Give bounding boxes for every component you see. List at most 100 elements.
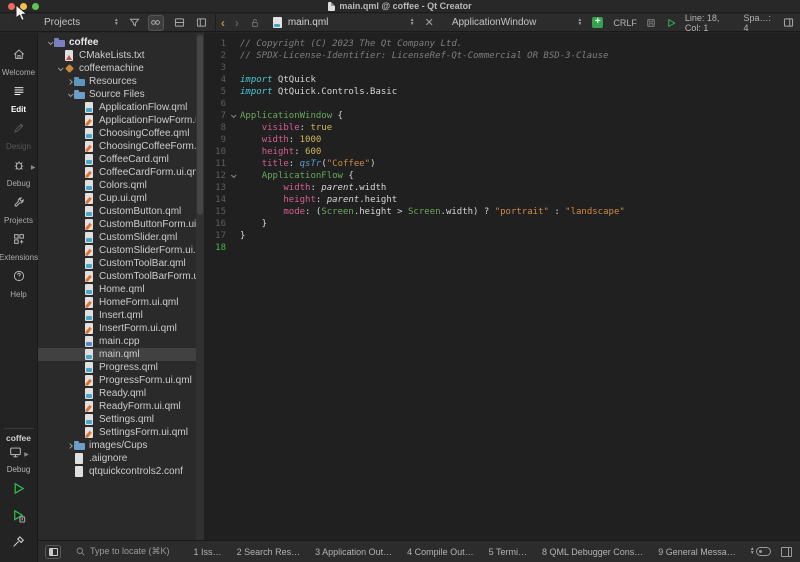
tree-row[interactable]: CustomToolBarForm.ui.qml [38, 270, 196, 283]
vcs-add-indicator-icon[interactable]: + [592, 17, 603, 28]
code-line[interactable]: 17} [204, 230, 800, 242]
mode-item-welcome[interactable]: Welcome [0, 43, 38, 80]
zoom-window-button[interactable] [32, 3, 39, 10]
tree-scrollbar[interactable] [196, 33, 204, 540]
mode-item-projects[interactable]: Projects [0, 191, 38, 228]
tree-row[interactable]: Home.qml [38, 283, 196, 296]
tree-row[interactable]: ApplicationFlow.qml [38, 101, 196, 114]
output-tab[interactable]: 5 Termi… [489, 547, 527, 557]
tree-row[interactable]: coffeemachine [38, 62, 196, 75]
code-line[interactable]: 11 title: qsTr("Coffee") [204, 158, 800, 170]
debug-run-button[interactable] [11, 508, 26, 528]
code-line[interactable]: 15 mode: (Screen.height > Screen.width) … [204, 206, 800, 218]
mode-item-help[interactable]: Help [0, 265, 38, 302]
tree-row[interactable]: Settings.qml [38, 413, 196, 426]
line-ending-selector[interactable]: CRLF [613, 18, 637, 28]
sync-with-editor-icon[interactable] [148, 15, 164, 31]
tree-row[interactable]: .aiignore [38, 452, 196, 465]
code-line[interactable]: 13 width: parent.width [204, 182, 800, 194]
code-line[interactable]: 8 visible: true [204, 122, 800, 134]
go-forward-icon[interactable]: › [235, 16, 239, 30]
tree-row[interactable]: CMakeLists.txt [38, 49, 196, 62]
tree-row[interactable]: Resources [38, 75, 196, 88]
chevron-down-icon[interactable] [47, 39, 53, 45]
indent-settings-label[interactable]: Spa…: 4 [744, 13, 774, 33]
minimize-window-button[interactable] [20, 3, 27, 10]
tree-row[interactable]: InsertForm.ui.qml [38, 322, 196, 335]
tree-row[interactable]: Source Files [38, 88, 196, 101]
tree-row[interactable]: Colors.qml [38, 179, 196, 192]
cursor-position-label[interactable]: Line: 18, Col: 1 [685, 13, 738, 33]
chevron-right-icon[interactable] [67, 79, 73, 85]
toggle-left-sidebar-button[interactable] [45, 545, 61, 559]
close-window-button[interactable] [8, 3, 15, 10]
code-line[interactable]: 1// Copyright (C) 2023 The Qt Company Lt… [204, 38, 800, 50]
tree-row[interactable]: CustomSliderForm.ui.qml [38, 244, 196, 257]
code-line[interactable]: 6 [204, 98, 800, 110]
toggle-right-sidebar-button[interactable] [781, 547, 792, 557]
tree-row[interactable]: main.qml [38, 348, 196, 361]
tree-row[interactable]: ReadyForm.ui.qml [38, 400, 196, 413]
tree-row[interactable]: coffee [38, 36, 196, 49]
editor-split-menu-icon[interactable] [780, 15, 796, 31]
tree-row[interactable]: CustomButtonForm.ui.qml [38, 218, 196, 231]
code-line[interactable]: 18 [204, 242, 800, 254]
document-dropdown-icon[interactable]: ▲▼ [410, 19, 415, 26]
tree-row[interactable]: ChoosingCoffee.qml [38, 127, 196, 140]
code-line[interactable]: 5import QtQuick.Controls.Basic [204, 86, 800, 98]
chevron-down-icon[interactable] [67, 91, 73, 97]
code-line[interactable]: 7ApplicationWindow { [204, 110, 800, 122]
preview-run-icon[interactable] [663, 15, 679, 31]
pane-selector-dropdown[interactable]: Projects ▲▼ [44, 17, 119, 28]
mode-item-edit[interactable]: Edit [0, 80, 38, 117]
tree-row[interactable]: CustomButton.qml [38, 205, 196, 218]
tree-row[interactable]: CustomSlider.qml [38, 231, 196, 244]
build-button[interactable] [11, 534, 26, 554]
output-tab[interactable]: 4 Compile Out… [407, 547, 474, 557]
split-pane-icon[interactable] [172, 15, 188, 31]
progress-indicator-icon[interactable] [756, 547, 771, 556]
fold-marker-icon[interactable] [231, 112, 237, 118]
code-line[interactable]: 3 [204, 62, 800, 74]
tree-row[interactable]: HomeForm.ui.qml [38, 296, 196, 309]
tree-row[interactable]: Ready.qml [38, 387, 196, 400]
open-document-label[interactable]: main.qml [288, 17, 410, 28]
close-document-icon[interactable]: ✕ [423, 16, 436, 29]
tree-row[interactable]: CoffeeCardForm.ui.qml [38, 166, 196, 179]
tree-row[interactable]: SettingsForm.ui.qml [38, 426, 196, 439]
locator-field[interactable]: Type to locate (⌘K) [75, 546, 170, 557]
save-icon[interactable] [643, 15, 659, 31]
output-pane-arrows-icon[interactable]: ▲▼ [750, 548, 755, 555]
tree-row[interactable]: qtquickcontrols2.conf [38, 465, 196, 478]
output-tab[interactable]: 1 Iss… [194, 547, 222, 557]
output-tab[interactable]: 8 QML Debugger Cons… [542, 547, 643, 557]
fold-marker-icon[interactable] [231, 172, 237, 178]
tree-row[interactable]: Cup.ui.qml [38, 192, 196, 205]
code-editor[interactable]: 1// Copyright (C) 2023 The Qt Company Lt… [204, 33, 800, 540]
symbol-dropdown[interactable]: ApplicationWindow ▲▼ [452, 17, 583, 28]
chevron-right-icon[interactable] [67, 443, 73, 449]
scrollbar-thumb[interactable] [197, 35, 203, 215]
code-line[interactable]: 4import QtQuick [204, 74, 800, 86]
tree-row[interactable]: Insert.qml [38, 309, 196, 322]
go-back-icon[interactable]: ‹ [221, 16, 225, 30]
tree-row[interactable]: ApplicationFlowForm.ui.qml [38, 114, 196, 127]
output-tab[interactable]: 9 General Messa… [658, 547, 736, 557]
run-button[interactable] [11, 481, 26, 501]
chevron-down-icon[interactable] [57, 65, 63, 71]
tree-row[interactable]: ChoosingCoffeeForm.ui.qml [38, 140, 196, 153]
kit-selector-button[interactable]: ▶ [8, 445, 29, 464]
output-tab[interactable]: 2 Search Res… [237, 547, 301, 557]
tree-row[interactable]: main.cpp [38, 335, 196, 348]
close-pane-icon[interactable] [194, 15, 210, 31]
tree-row[interactable]: images/Cups [38, 439, 196, 452]
mode-item-extensions[interactable]: Extensions [0, 228, 38, 265]
filter-icon[interactable] [127, 15, 143, 31]
tree-row[interactable]: ProgressForm.ui.qml [38, 374, 196, 387]
code-line[interactable]: 10 height: 600 [204, 146, 800, 158]
tree-row[interactable]: CoffeeCard.qml [38, 153, 196, 166]
output-tab[interactable]: 3 Application Out… [315, 547, 392, 557]
code-line[interactable]: 16 } [204, 218, 800, 230]
mode-item-debug[interactable]: Debug▶ [0, 154, 38, 191]
code-line[interactable]: 2// SPDX-License-Identifier: LicenseRef-… [204, 50, 800, 62]
